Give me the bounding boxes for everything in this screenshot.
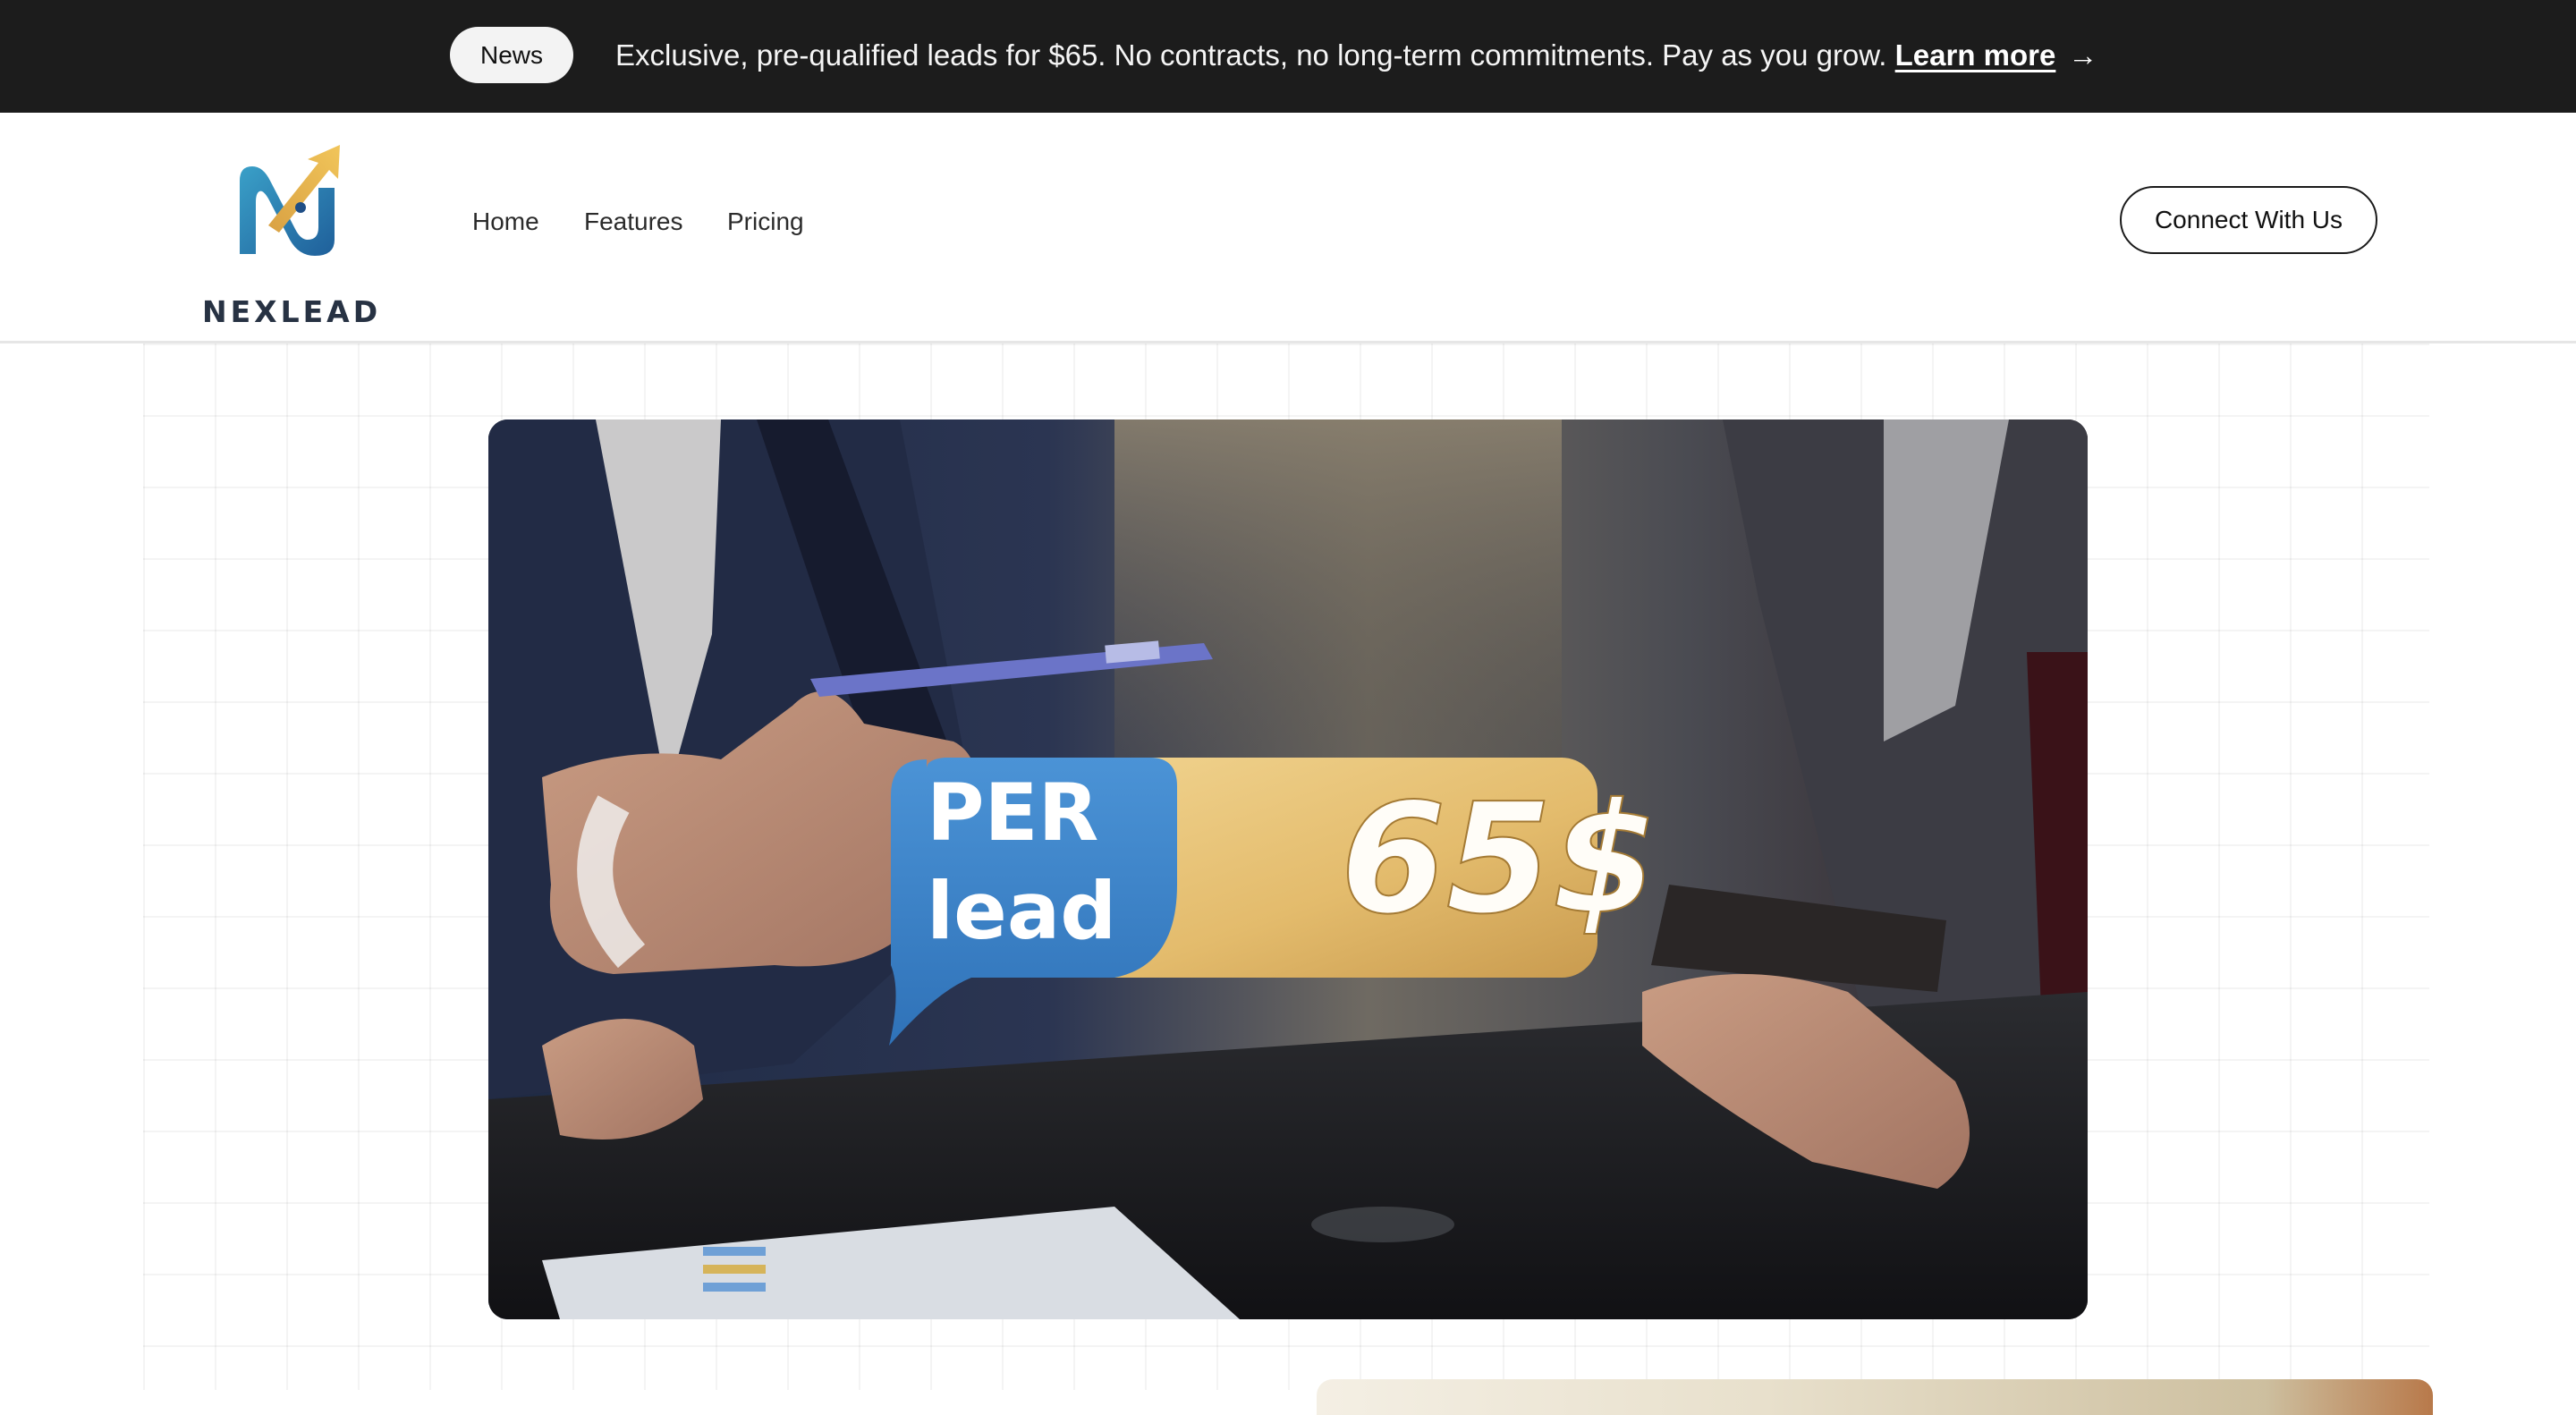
connect-with-us-button[interactable]: Connect With Us: [2120, 186, 2377, 254]
badge-lead-text: lead: [927, 865, 1116, 957]
nexlead-logo-icon: [240, 145, 340, 256]
announcement-bar: News Exclusive, pre-qualified leads for …: [0, 0, 2576, 113]
announcement-text: Exclusive, pre-qualified leads for $65. …: [615, 38, 1887, 72]
news-badge: News: [450, 27, 573, 83]
learn-more-link[interactable]: Learn more: [1895, 38, 2056, 72]
arrow-right-icon[interactable]: →: [2068, 36, 2097, 75]
announcement-text-container: Exclusive, pre-qualified leads for $65. …: [615, 36, 2097, 75]
main-content: PER lead 65$: [0, 343, 2576, 1415]
nav-item-home[interactable]: Home: [472, 204, 539, 240]
hero-video[interactable]: PER lead 65$: [488, 419, 2088, 1319]
logo[interactable]: NEXLEAD: [197, 140, 377, 326]
nav-item-features[interactable]: Features: [584, 204, 683, 240]
badge-price-text: 65$: [1341, 771, 1658, 948]
hero-illustration: PER lead 65$: [488, 419, 2088, 1319]
next-section-image: [1317, 1379, 2433, 1415]
nav-item-pricing[interactable]: Pricing: [727, 204, 804, 240]
logo-wordmark: NEXLEAD: [202, 294, 382, 329]
site-header: NEXLEAD Home Features Pricing Connect Wi…: [0, 113, 2576, 343]
badge-per-text: PER: [927, 767, 1098, 859]
